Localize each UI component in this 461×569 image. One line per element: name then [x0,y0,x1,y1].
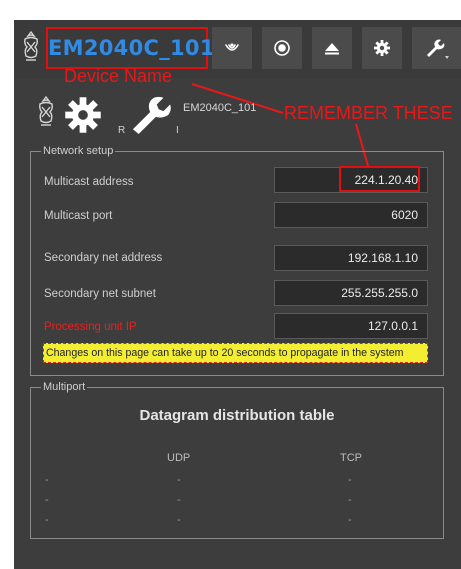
record-button[interactable] [262,27,302,69]
crest-logo-icon [20,30,42,64]
table-cell: - [348,494,352,506]
secondary-net-subnet-field[interactable]: 255.255.255.0 [274,280,428,306]
gear-large-icon[interactable] [62,94,104,136]
secondary-net-subnet-label: Secondary net subnet [44,288,156,300]
secondary-net-address-label: Secondary net address [44,252,163,264]
device-label-small: EM2040C_101 [183,102,257,114]
device-title[interactable]: EM2040C_101 [46,27,214,69]
eject-button[interactable] [312,27,352,69]
table-cell: - [177,514,181,526]
wrench-subscript-letter: I [176,125,179,136]
processing-unit-ip-field[interactable]: 127.0.0.1 [274,313,428,339]
tcp-column-header: TCP [340,452,362,464]
multicast-port-label: Multicast port [44,210,113,222]
table-cell: - [45,474,49,486]
table-cell: - [45,494,49,506]
multicast-highlight-box [339,166,420,192]
device-name-annotation: Device Name [64,66,173,86]
secondary-net-address-field[interactable]: 192.168.1.10 [274,245,428,271]
gear-subscript-letter: R [118,125,126,136]
wrench-dropdown-icon [423,36,451,60]
datagram-table-title: Datagram distribution table [139,407,335,424]
udp-column-header: UDP [167,452,191,464]
table-cell: - [45,514,49,526]
gear-icon [373,39,391,57]
remember-these-annotation: REMEMBER THESE [284,103,453,123]
eject-icon [323,39,341,57]
multicast-address-label: Multicast address [44,176,134,188]
crest-small-icon [35,95,57,129]
table-cell: - [177,474,181,486]
sonar-ping-button[interactable] [212,27,252,69]
wrench-large-icon[interactable] [128,92,176,136]
table-cell: - [348,514,352,526]
multicast-port-field[interactable]: 6020 [274,202,428,228]
multiport-legend: Multiport [41,380,88,394]
record-icon [273,39,291,57]
processing-unit-ip-label: Processing unit IP [44,321,137,333]
sonar-ping-icon [223,39,241,57]
table-cell: - [348,474,352,486]
propagation-warning: Changes on this page can take up to 20 s… [43,343,428,363]
table-cell: - [177,494,181,506]
settings-button[interactable] [362,27,402,69]
network-setup-legend: Network setup [41,144,116,158]
tools-dropdown-button[interactable] [412,27,461,69]
